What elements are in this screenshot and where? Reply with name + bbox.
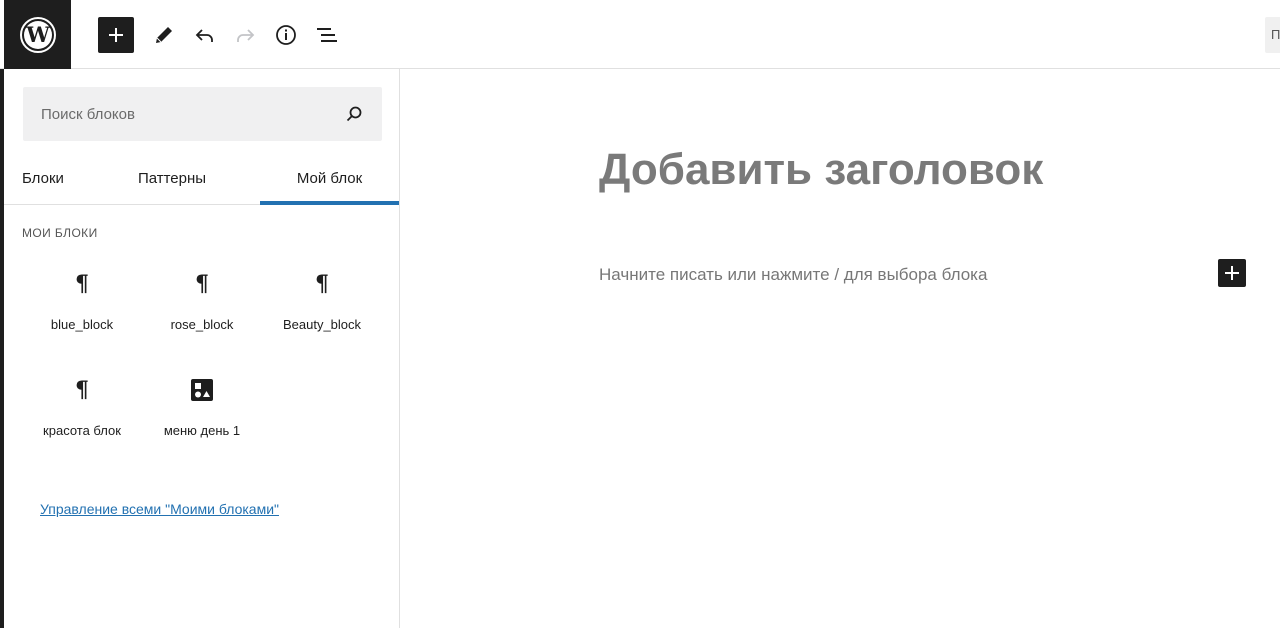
undo-icon (195, 29, 213, 42)
list-view-icon (317, 28, 337, 42)
tools-button[interactable] (146, 17, 182, 53)
paragraph-icon: ¶ (75, 271, 89, 297)
post-title-input[interactable]: Добавить заголовок (599, 145, 1043, 195)
search-icon[interactable] (344, 104, 364, 124)
block-item-krasota-blok[interactable]: ¶ красота блок (22, 378, 142, 468)
block-item-label: красота блок (43, 423, 121, 438)
paragraph-icon: ¶ (315, 271, 329, 297)
block-search (23, 87, 382, 141)
editor-toolbar: W П (0, 0, 1280, 69)
paragraph-placeholder[interactable]: Начните писать или нажмите / для выбора … (599, 265, 987, 285)
my-blocks-section-title: Мои блоки (22, 226, 98, 240)
svg-text:W: W (25, 22, 50, 47)
block-item-rose-block[interactable]: ¶ rose_block (142, 272, 262, 362)
add-block-button[interactable] (98, 17, 134, 53)
list-view-button[interactable] (309, 17, 345, 53)
paragraph-icon: ¶ (195, 271, 209, 297)
block-item-label: blue_block (50, 317, 114, 332)
block-item-beauty-block[interactable]: ¶ Beauty_block (262, 272, 382, 362)
details-button[interactable] (268, 17, 304, 53)
wordpress-logo-icon[interactable]: W (4, 0, 71, 69)
block-item-label: Beauty_block (282, 317, 362, 332)
media-text-icon (190, 378, 214, 402)
tab-blocks[interactable]: Блоки (4, 153, 84, 205)
paragraph-icon: ¶ (75, 377, 89, 403)
redo-button[interactable] (227, 17, 263, 53)
block-item-menu-den-1[interactable]: меню день 1 (142, 378, 262, 468)
block-item-blue-block[interactable]: ¶ blue_block (22, 272, 142, 362)
preview-button[interactable]: П (1265, 17, 1280, 53)
info-icon (276, 25, 296, 45)
redo-icon (237, 29, 255, 42)
tab-patterns[interactable]: Паттерны (112, 153, 232, 205)
block-search-input[interactable] (23, 87, 343, 141)
manage-my-blocks-link[interactable]: Управление всеми "Моими блоками" (40, 501, 279, 517)
inline-add-block-button[interactable] (1218, 259, 1246, 287)
plus-icon (109, 28, 123, 42)
block-item-label: rose_block (170, 317, 234, 332)
plus-icon (1225, 266, 1239, 280)
pencil-icon (156, 27, 172, 43)
block-item-label: меню день 1 (163, 423, 241, 438)
tab-my-blocks[interactable]: Мой блок (260, 153, 399, 205)
inserter-tabs: Блоки Паттерны Мой блок (4, 153, 400, 205)
block-inserter-panel: Блоки Паттерны Мой блок Мои блоки ¶ blue… (4, 69, 400, 628)
undo-button[interactable] (187, 17, 223, 53)
active-tab-indicator (260, 201, 399, 205)
editor-canvas: Добавить заголовок Начните писать или на… (401, 69, 1280, 628)
